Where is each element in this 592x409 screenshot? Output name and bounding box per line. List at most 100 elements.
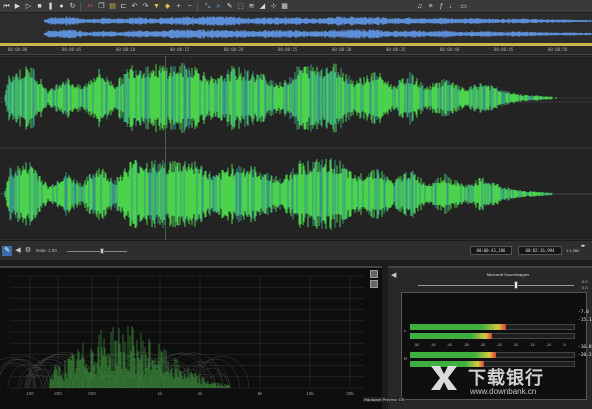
eq-icon[interactable]: ≡: [426, 2, 435, 11]
play-all-button[interactable]: ▷: [24, 2, 33, 11]
magnify-tool-icon[interactable]: ⌕: [214, 2, 223, 11]
spectrum-freq-label: 2k: [198, 391, 204, 396]
ruler-tick-label: 00:00:00: [8, 47, 28, 52]
stop-button[interactable]: ■: [35, 2, 44, 11]
region-icon[interactable]: ◆: [163, 2, 172, 11]
spectrum-freq-label: 200: [54, 391, 62, 396]
ruler-tick-label: 00:00:10: [116, 47, 136, 52]
toolbar-divider: [197, 1, 198, 11]
ruler-tick-label: 00:00:40: [440, 47, 460, 52]
time-ruler[interactable]: 00:00:00 00:00:05 00:00:10 00:00:15 00:00:20…: [0, 46, 592, 55]
zoom-out-icon[interactable]: −: [185, 2, 194, 11]
ruler-tick-label: 00:00:30: [332, 47, 352, 52]
length-time: 00:02:16,994: [518, 246, 562, 255]
speaker-icon[interactable]: ◀: [391, 271, 396, 279]
meter-scale-label: -5: [562, 343, 566, 347]
watermark: 下载银行 www.downbank.cn: [428, 362, 588, 402]
device-title: Microsoft Soundmapper: [486, 272, 530, 277]
volume-slider-knob[interactable]: [514, 281, 519, 289]
volume-min-label: 0.0: [582, 285, 588, 290]
fx-icon[interactable]: ƒ: [437, 2, 446, 11]
volume-slider[interactable]: [418, 285, 574, 286]
meter-scale-label: -35: [463, 343, 469, 347]
rate-label: Rate: 1.00: [36, 248, 57, 253]
meter-scale-label: -25: [496, 343, 502, 347]
spectrum-freq-label: 20k: [346, 391, 354, 396]
toolbar-divider: [80, 1, 81, 11]
edit-tool-icon[interactable]: ⤡: [203, 2, 212, 11]
spectrum-option-button[interactable]: [370, 280, 378, 288]
ruler-tick-label: 00:00:35: [386, 47, 406, 52]
ruler-tick-label: 00:00:05: [62, 47, 82, 52]
select-tool-icon[interactable]: ⬚: [236, 2, 245, 11]
left-meter-fill: [410, 324, 506, 330]
transport-status-bar: ✎ ◀ ⚙ Rate: 1.00 00:00:43,286 00:02:16,9…: [0, 240, 592, 260]
copy-icon[interactable]: ❐: [97, 2, 106, 11]
left-rms-value: -15.1: [578, 318, 592, 323]
main-waveform[interactable]: [0, 56, 592, 240]
spectrum-freq-label: 5k: [258, 391, 264, 396]
trim-icon[interactable]: ⊏: [119, 2, 128, 11]
metronome-icon[interactable]: ♩: [448, 2, 457, 11]
meter-scale-label: -40: [447, 343, 453, 347]
waveform-overview[interactable]: [0, 13, 592, 43]
undo-icon[interactable]: ↶: [130, 2, 139, 11]
ruler-tick-label: 00:00:50: [548, 47, 568, 52]
snap-icon[interactable]: ⊹: [269, 2, 278, 11]
left-peak-value: -7.0: [578, 310, 589, 315]
play-button[interactable]: ▶: [13, 2, 22, 11]
spectrum-freq-label: 1k: [158, 391, 164, 396]
spectrum-freq-label: 500: [88, 391, 96, 396]
watermark-logo-icon: [431, 366, 457, 390]
meter-scale-label: -45: [430, 343, 436, 347]
right-meter-fill: [410, 352, 496, 358]
waveform-tracks: [0, 56, 592, 240]
settings-icon[interactable]: ♫: [415, 2, 424, 11]
overview-right-channel: [44, 29, 592, 39]
ruler-tick-label: 00:00:15: [170, 47, 190, 52]
loop-button[interactable]: ↻: [68, 2, 77, 11]
spectrum-freq-label: 10k: [306, 391, 314, 396]
meter-scale-label: -20: [513, 343, 519, 347]
speaker-icon[interactable]: ◀: [13, 246, 23, 256]
fade-icon[interactable]: ◢: [258, 2, 267, 11]
volume-max-label: 0.0: [582, 279, 588, 284]
normalize-icon[interactable]: ≋: [247, 2, 256, 11]
rate-slider-knob[interactable]: [99, 248, 104, 254]
overview-left-channel: [44, 16, 592, 26]
meter-scale-label: -10: [546, 343, 552, 347]
paste-icon[interactable]: ▤: [108, 2, 117, 11]
marker-icon[interactable]: ▼: [152, 2, 161, 11]
cursor-time: 00:00:43,286: [470, 246, 512, 255]
redo-icon[interactable]: ↷: [141, 2, 150, 11]
watermark-url: www.downbank.cn: [470, 387, 537, 396]
spectrum-arcs: [0, 352, 250, 389]
zoom-in-icon[interactable]: +: [174, 2, 183, 11]
spectrum-bars: [49, 325, 230, 388]
rewind-button[interactable]: ⏮: [2, 2, 11, 11]
meter-scale-label: -50: [414, 343, 420, 347]
left-channel-label: L: [404, 328, 407, 333]
pause-button[interactable]: ❚: [46, 2, 55, 11]
cut-icon[interactable]: ✂: [86, 2, 95, 11]
spectrum-option-button[interactable]: [370, 270, 378, 278]
edit-mode-icon[interactable]: ✎: [2, 246, 12, 256]
spectrum-side-buttons: [368, 268, 380, 298]
right-channel-label: R: [404, 356, 407, 361]
meter-scale-label: -30: [480, 343, 486, 347]
scroll-arrows-icon[interactable]: ◂▸: [578, 241, 588, 251]
window-icon[interactable]: ▭: [459, 2, 468, 11]
record-button[interactable]: ●: [57, 2, 66, 11]
grid-icon[interactable]: ▦: [280, 2, 289, 11]
spectrum-freq-label: 100: [26, 391, 34, 396]
toolbar: ⏮ ▶ ▷ ■ ❚ ● ↻ ✂ ❐ ▤ ⊏ ↶ ↷ ▼ ◆ + − ⤡ ⌕ ✎ …: [0, 0, 592, 13]
hardware-preview-label: Hardware Preview: DS: [363, 397, 406, 402]
left-rms-meter-fill: [410, 333, 493, 339]
settings-icon[interactable]: ⚙: [23, 246, 33, 256]
rate-slider[interactable]: [67, 251, 127, 252]
spectrum-analyzer: 100 200 500 1k 2k 5k 10k 20k: [0, 266, 382, 409]
overview-waveform: [44, 16, 592, 39]
pencil-tool-icon[interactable]: ✎: [225, 2, 234, 11]
playhead-cursor[interactable]: [165, 56, 166, 240]
ruler-tick-label: 00:00:20: [224, 47, 244, 52]
